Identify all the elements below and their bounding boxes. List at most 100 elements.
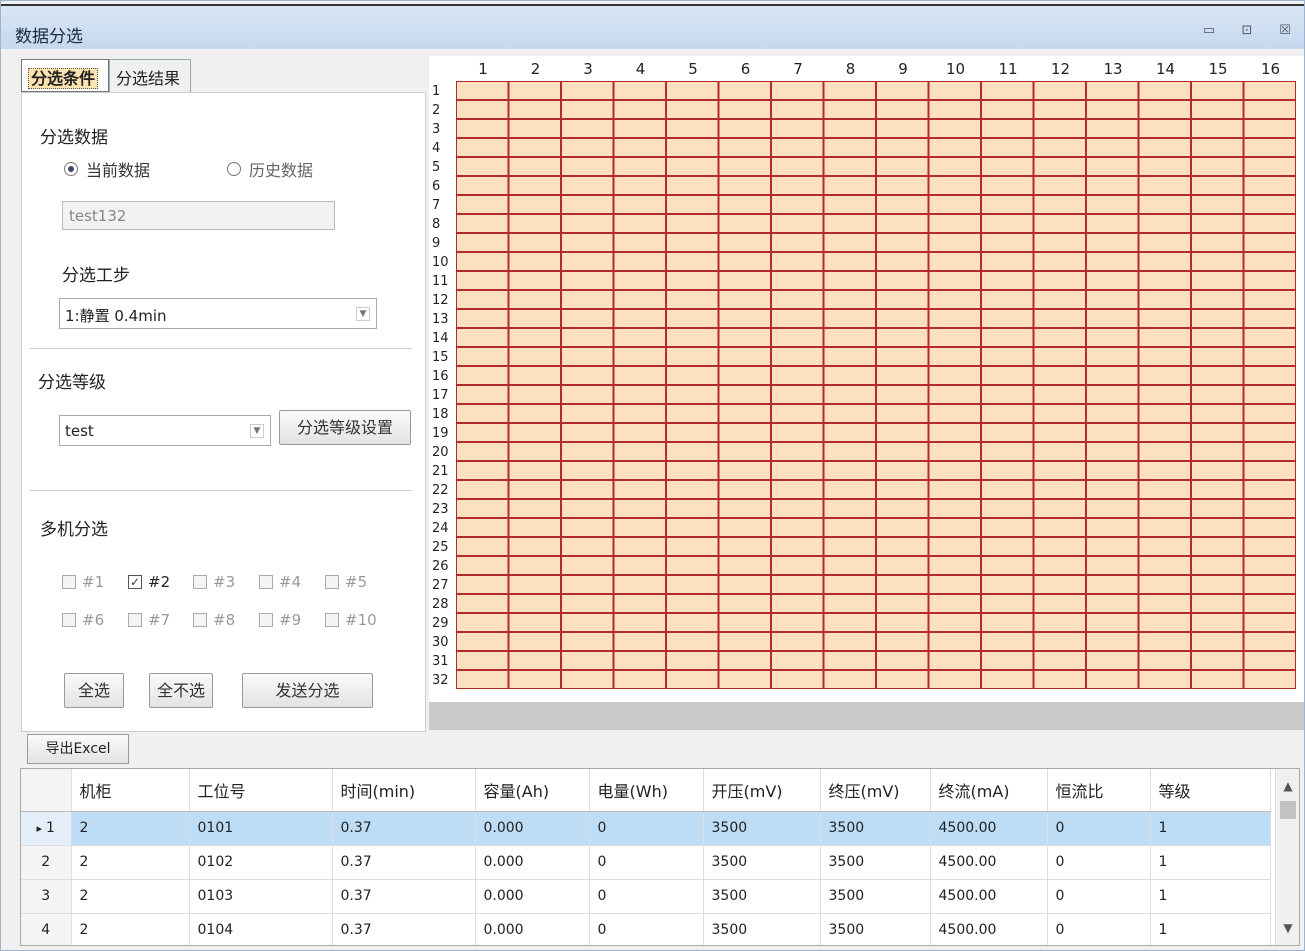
table-row[interactable]: ▸ 1 2 0101 0.37 0.000 0 3500 3500 4500.00 0 1 <box>21 811 1271 846</box>
tray-cell[interactable] <box>456 423 509 442</box>
tray-cell[interactable] <box>718 385 771 404</box>
tray-cell[interactable] <box>1033 195 1086 214</box>
tray-cell[interactable] <box>1086 290 1139 309</box>
tray-cell[interactable] <box>1138 385 1191 404</box>
machine-checkbox-6[interactable]: #6 <box>62 611 104 629</box>
machine-checkbox-10[interactable]: #10 <box>325 611 377 629</box>
tray-cell[interactable] <box>718 119 771 138</box>
table-cell[interactable]: 2 <box>71 913 190 945</box>
table-cell[interactable]: 0102 <box>189 845 333 880</box>
tray-cell[interactable] <box>1243 214 1296 233</box>
tray-cell[interactable] <box>823 366 876 385</box>
tray-cell[interactable] <box>771 632 824 651</box>
tray-cell[interactable] <box>1138 632 1191 651</box>
tray-cell[interactable] <box>981 537 1034 556</box>
tray-cell[interactable] <box>508 575 561 594</box>
select-all-button[interactable]: 全选 <box>64 673 124 708</box>
tray-cell[interactable] <box>1086 347 1139 366</box>
tray-cell[interactable] <box>771 651 824 670</box>
tray-cell[interactable] <box>1243 385 1296 404</box>
tray-cell[interactable] <box>666 404 719 423</box>
tray-cell[interactable] <box>561 214 614 233</box>
tray-cell[interactable] <box>613 195 666 214</box>
tray-cell[interactable] <box>1033 461 1086 480</box>
tray-cell[interactable] <box>666 176 719 195</box>
tray-cell[interactable] <box>1191 366 1244 385</box>
tray-cell[interactable] <box>1243 537 1296 556</box>
tray-cell[interactable] <box>1191 100 1244 119</box>
tray-cell[interactable] <box>1243 195 1296 214</box>
tray-cell[interactable] <box>508 442 561 461</box>
tray-cell[interactable] <box>823 518 876 537</box>
tray-cell[interactable] <box>1086 214 1139 233</box>
tray-cell[interactable] <box>508 537 561 556</box>
data-name-field[interactable]: test132 <box>62 201 335 230</box>
tray-cell[interactable] <box>666 214 719 233</box>
table-cell[interactable]: 2 <box>71 845 190 880</box>
tray-cell[interactable] <box>508 176 561 195</box>
table-row[interactable]: 4 2 0104 0.37 0.000 0 3500 3500 4500.00 0 1 <box>21 913 1271 945</box>
table-row[interactable]: 3 2 0103 0.37 0.000 0 3500 3500 4500.00 0 1 <box>21 879 1271 914</box>
tray-cell[interactable] <box>1243 461 1296 480</box>
tray-cell[interactable] <box>666 670 719 689</box>
tray-cell[interactable] <box>508 670 561 689</box>
tray-cell[interactable] <box>928 100 981 119</box>
tray-cell[interactable] <box>1086 404 1139 423</box>
tray-cell[interactable] <box>876 233 929 252</box>
tray-cell[interactable] <box>981 100 1034 119</box>
tray-cell[interactable] <box>1138 233 1191 252</box>
table-cell[interactable]: 0 <box>589 879 704 914</box>
tray-cell[interactable] <box>876 328 929 347</box>
tray-cell[interactable] <box>613 518 666 537</box>
tray-cell[interactable] <box>508 271 561 290</box>
tray-cell[interactable] <box>1086 309 1139 328</box>
tray-cell[interactable] <box>1191 176 1244 195</box>
tray-cell[interactable] <box>876 537 929 556</box>
tray-cell[interactable] <box>718 252 771 271</box>
tray-cell[interactable] <box>1191 328 1244 347</box>
tray-cell[interactable] <box>1086 632 1139 651</box>
tray-cell[interactable] <box>771 157 824 176</box>
tray-cell[interactable] <box>1033 442 1086 461</box>
tray-cell[interactable] <box>928 594 981 613</box>
tray-cell[interactable] <box>1033 252 1086 271</box>
tray-cell[interactable] <box>771 575 824 594</box>
tray-cell[interactable] <box>613 309 666 328</box>
tray-cell[interactable] <box>1138 670 1191 689</box>
tray-cell[interactable] <box>981 157 1034 176</box>
tray-cell[interactable] <box>561 366 614 385</box>
row-header[interactable]: 2 <box>21 845 72 880</box>
tray-cell[interactable] <box>561 442 614 461</box>
tray-cell[interactable] <box>771 119 824 138</box>
tray-cell[interactable] <box>1033 670 1086 689</box>
tray-cell[interactable] <box>1191 385 1244 404</box>
tray-cell[interactable] <box>876 347 929 366</box>
tray-cell[interactable] <box>928 499 981 518</box>
tray-cell[interactable] <box>456 385 509 404</box>
tray-cell[interactable] <box>613 632 666 651</box>
tray-cell[interactable] <box>876 499 929 518</box>
tray-cell[interactable] <box>1033 176 1086 195</box>
tray-cell[interactable] <box>1243 100 1296 119</box>
tray-cell[interactable] <box>928 442 981 461</box>
tray-cell[interactable] <box>981 252 1034 271</box>
tray-cell[interactable] <box>613 157 666 176</box>
table-cell[interactable]: 1 <box>1150 811 1271 846</box>
tray-cell[interactable] <box>1243 480 1296 499</box>
tray-cell[interactable] <box>613 290 666 309</box>
tray-cell[interactable] <box>508 157 561 176</box>
tray-cell[interactable] <box>666 100 719 119</box>
tray-cell[interactable] <box>876 81 929 100</box>
tray-cell[interactable] <box>613 347 666 366</box>
tray-cell[interactable] <box>928 290 981 309</box>
tray-cell[interactable] <box>876 214 929 233</box>
tray-cell[interactable] <box>981 271 1034 290</box>
tray-cell[interactable] <box>876 594 929 613</box>
machine-checkbox-5[interactable]: #5 <box>325 573 367 591</box>
tray-cell[interactable] <box>1086 119 1139 138</box>
tray-cell[interactable] <box>823 575 876 594</box>
tray-cell[interactable] <box>928 138 981 157</box>
tray-cell[interactable] <box>561 651 614 670</box>
tray-cell[interactable] <box>981 328 1034 347</box>
tray-cell[interactable] <box>456 518 509 537</box>
